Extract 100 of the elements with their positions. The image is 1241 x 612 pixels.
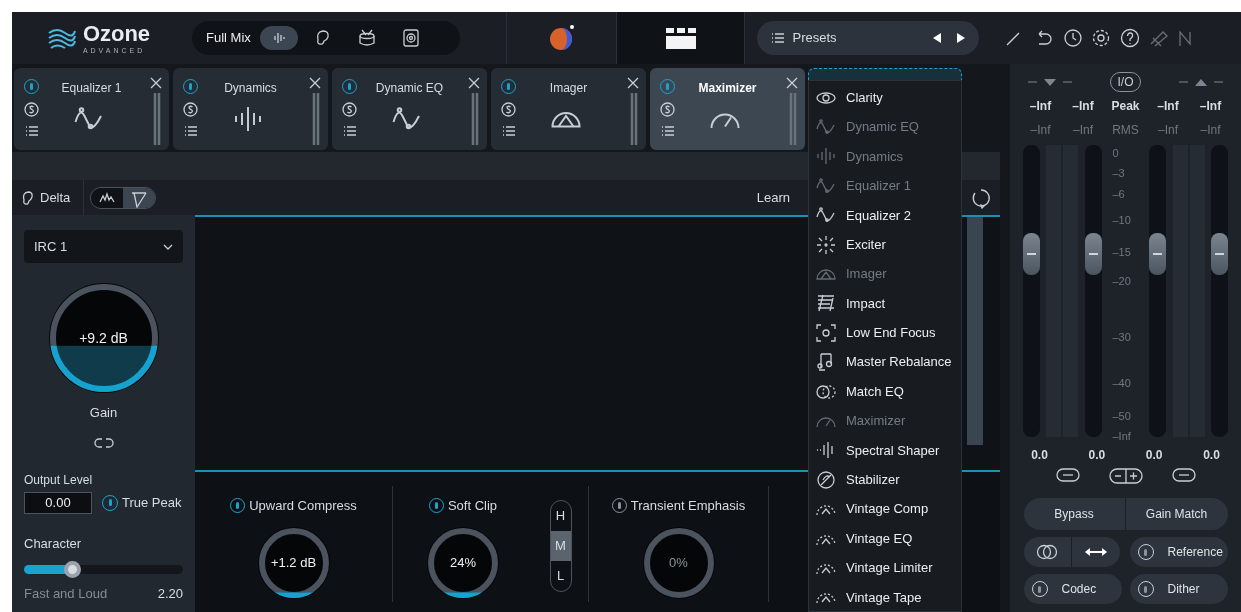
fader-thumb[interactable] (1084, 232, 1102, 275)
bypass-button[interactable]: Bypass (1023, 498, 1126, 530)
scale-label: –30 (1112, 329, 1131, 345)
list-icon (770, 32, 785, 44)
link-icon[interactable] (92, 436, 115, 449)
input-arrow-icon (1025, 77, 1074, 87)
menu-item[interactable]: Vintage Limiter (809, 553, 961, 583)
close-button[interactable] (785, 76, 799, 90)
lines-icon (815, 293, 837, 314)
band-option[interactable]: H (550, 501, 571, 531)
menu-item[interactable]: Clarity (809, 83, 961, 113)
band-option[interactable]: L (550, 561, 571, 591)
view-button[interactable] (259, 26, 298, 50)
reset-icon[interactable] (970, 186, 992, 209)
learn-button[interactable]: Learn (756, 187, 790, 208)
knob[interactable]: 0% (641, 525, 716, 600)
menu-item[interactable]: Master Rebalance (809, 347, 961, 377)
help-icon[interactable] (1120, 28, 1140, 48)
fader-thumb[interactable] (1022, 232, 1040, 275)
scale-label: 0 (1112, 145, 1119, 161)
menu-item[interactable]: Impact (809, 288, 961, 319)
solo-button[interactable] (501, 102, 516, 117)
meter-reading: –Inf (1157, 122, 1179, 139)
knob[interactable]: +1.2 dB (256, 525, 331, 600)
module-card[interactable]: Equalizer 1 (14, 68, 169, 150)
solo-button[interactable] (342, 102, 357, 117)
solo-button[interactable] (183, 102, 198, 117)
grip-icon (630, 93, 638, 145)
solo-button[interactable] (24, 102, 39, 117)
curve-button[interactable] (123, 187, 156, 208)
menu-item[interactable]: Low End Focus (809, 318, 961, 348)
menu-item[interactable]: Vintage EQ (809, 523, 961, 554)
grip-icon (789, 93, 797, 145)
section-title: Upward Compress (249, 497, 357, 515)
close-button[interactable] (467, 76, 481, 90)
band-option[interactable]: M (550, 531, 571, 561)
menu-item[interactable]: Match EQ (809, 376, 961, 407)
meter-reading: –Inf (1072, 122, 1094, 139)
fader-track[interactable] (1149, 145, 1167, 437)
close-button[interactable] (308, 76, 322, 90)
stereo-button[interactable] (1023, 537, 1072, 567)
character-label: Character (24, 534, 83, 553)
output-arrow-icon (1177, 77, 1226, 87)
list-icon[interactable] (342, 125, 357, 137)
fader-track[interactable] (1022, 145, 1040, 437)
target-icon (815, 322, 837, 343)
list-icon[interactable] (501, 125, 516, 137)
fader-reading: 0.0 (1202, 447, 1221, 464)
scale-label: –3 (1112, 166, 1125, 182)
logo-text: Ozone (82, 22, 151, 45)
module-card[interactable]: Dynamics (173, 68, 328, 150)
module-card[interactable]: Maximizer (650, 68, 805, 150)
module-slot[interactable] (808, 68, 962, 80)
solo-button[interactable] (660, 102, 675, 117)
link-button[interactable] (1171, 468, 1196, 482)
close-button[interactable] (626, 76, 640, 90)
clapper-icon[interactable] (663, 26, 698, 50)
scroll-bar[interactable] (967, 217, 983, 445)
slider-thumb[interactable] (63, 561, 81, 578)
output-level-field[interactable]: 0.00 (24, 491, 92, 514)
fader-reading: 0.0 (1144, 447, 1164, 464)
history-icon[interactable] (1062, 28, 1082, 48)
gain-label: Gain (88, 404, 119, 422)
list-icon[interactable] (24, 125, 39, 137)
link-button[interactable] (1055, 468, 1080, 482)
spectrum-icon[interactable] (91, 187, 124, 208)
scale-label: –6 (1112, 186, 1125, 202)
codec-button[interactable]: Codec (1023, 574, 1122, 604)
zoom-buttons[interactable] (1108, 468, 1143, 484)
fader-thumb[interactable] (1149, 232, 1167, 275)
gain-match-button[interactable]: Gain Match (1125, 498, 1228, 530)
meter-reading: –Inf (1028, 98, 1053, 115)
reference-button[interactable]: Reference (1129, 537, 1228, 567)
circles-icon (1036, 544, 1058, 560)
dither-button[interactable]: Dither (1129, 574, 1228, 604)
settings-icon[interactable] (1091, 28, 1111, 48)
module-card[interactable]: Imager (491, 68, 646, 150)
module-card[interactable]: Dynamic EQ (332, 68, 487, 150)
true-peak-toggle[interactable]: True Peak (102, 492, 182, 513)
gain-knob[interactable]: +9.2 dB (47, 282, 160, 394)
menu-item[interactable]: Vintage Comp (809, 494, 961, 524)
menu-item[interactable]: Equalizer 2 (809, 200, 961, 230)
swap-button[interactable] (1071, 537, 1120, 567)
list-icon[interactable] (660, 125, 675, 137)
drum-icon (356, 28, 377, 48)
fader-track[interactable] (1084, 145, 1102, 437)
close-button[interactable] (149, 76, 163, 90)
meter-reading: –Inf (1199, 122, 1222, 139)
menu-item[interactable]: Spectral Shaper (809, 435, 961, 466)
speaker-icon (400, 28, 421, 48)
scale-label: –40 (1112, 376, 1131, 392)
mode-dropdown[interactable]: IRC 1 (24, 230, 183, 263)
list-icon[interactable] (183, 125, 198, 137)
knob[interactable]: 24% (426, 525, 500, 600)
meter-reading: –Inf (1156, 98, 1180, 115)
fader-track[interactable] (1211, 145, 1229, 437)
menu-item[interactable]: Exciter (809, 229, 961, 260)
fader-thumb[interactable] (1211, 232, 1229, 275)
menu-item[interactable]: Vintage Tape (809, 582, 961, 612)
menu-item[interactable]: Stabilizer (809, 465, 961, 495)
